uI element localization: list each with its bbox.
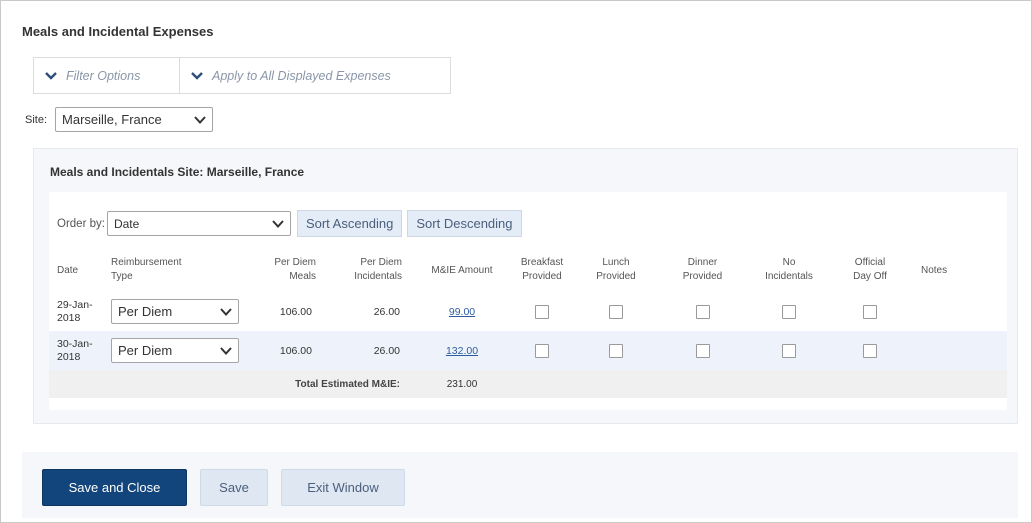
notes-cell <box>907 331 1007 370</box>
no-incidentals-checkbox[interactable] <box>782 304 796 319</box>
total-label: Total Estimated M&IE: <box>242 370 412 398</box>
lunch-cell <box>572 292 660 331</box>
mie-amount-link[interactable]: 99.00 <box>449 306 475 318</box>
order-by-label: Order by: <box>57 217 105 230</box>
filter-options-label: Filter Options <box>66 68 141 83</box>
chevron-down-icon <box>191 71 203 80</box>
official-day-off-checkbox[interactable] <box>863 304 877 319</box>
order-by-value: Date <box>113 216 140 231</box>
section-title: Meals and Incidental Expenses <box>22 24 214 39</box>
site-row: Site: Marseille, France <box>25 107 214 132</box>
exit-window-button[interactable]: Exit Window <box>281 469 405 506</box>
breakfast-cell <box>512 331 572 370</box>
site-select-value: Marseille, France <box>62 112 162 127</box>
meals-table: Date Reimbursement Type Per Diem Meals Per… <box>49 248 1007 398</box>
chevron-down-icon <box>220 307 232 316</box>
footer-bar: Save and Close Save Exit Window <box>22 452 1018 518</box>
col-breakfast-provided: Breakfast Provided <box>520 257 564 282</box>
chevron-down-icon <box>45 71 57 80</box>
panel-title: Meals and Incidentals Site: Marseille, F… <box>50 165 305 179</box>
chevron-down-icon <box>272 219 284 228</box>
table-row: 29-Jan- 2018 Per Diem 106.00 26.00 99.00 <box>49 292 1007 331</box>
sort-descending-button[interactable]: Sort Descending <box>407 210 522 237</box>
dinner-cell <box>660 292 745 331</box>
save-and-close-button[interactable]: Save and Close <box>42 469 187 506</box>
breakfast-checkbox[interactable] <box>535 304 549 319</box>
per-diem-incidentals-cell: 26.00 <box>373 305 400 318</box>
col-date: Date <box>57 264 79 276</box>
table-row: 30-Jan- 2018 Per Diem 106.00 26.00 132.00 <box>49 331 1007 370</box>
meals-site-panel: Meals and Incidentals Site: Marseille, F… <box>33 148 1018 424</box>
col-per-diem-meals: Per Diem Meals <box>274 257 316 282</box>
per-diem-meals-cell: 106.00 <box>242 331 322 370</box>
reimbursement-type-cell: Per Diem <box>107 292 242 331</box>
total-value: 231.00 <box>412 370 512 398</box>
col-per-diem-incidentals: Per Diem Incidentals <box>354 257 402 282</box>
reimbursement-type-value: Per Diem <box>118 304 173 319</box>
lunch-checkbox[interactable] <box>609 304 623 319</box>
breakfast-cell <box>512 292 572 331</box>
dinner-checkbox[interactable] <box>695 304 710 319</box>
col-mie-amount: M&IE Amount <box>431 264 493 276</box>
chevron-down-icon <box>194 115 206 124</box>
breakfast-checkbox[interactable] <box>535 343 549 358</box>
no-incidentals-checkbox[interactable] <box>782 343 796 358</box>
expense-grid-container: Order by: Date Sort Ascending Sort Desce… <box>49 192 1007 410</box>
filter-toolbar: Filter Options Apply to All Displayed Ex… <box>33 57 451 94</box>
mie-amount-link[interactable]: 132.00 <box>446 345 478 357</box>
chevron-down-icon <box>220 346 232 355</box>
col-lunch-provided: Lunch Provided <box>596 257 636 282</box>
dinner-checkbox[interactable] <box>695 343 710 358</box>
no-incidentals-cell <box>745 331 833 370</box>
filter-options-toggle[interactable]: Filter Options <box>33 57 180 94</box>
date-cell: 29-Jan- 2018 <box>57 298 93 324</box>
order-by-row: Order by: Date Sort Ascending Sort Desce… <box>57 210 522 237</box>
per-diem-incidentals-cell: 26.00 <box>322 331 412 370</box>
dinner-cell <box>660 331 745 370</box>
apply-all-label: Apply to All Displayed Expenses <box>212 68 391 83</box>
site-select[interactable]: Marseille, France <box>55 107 214 132</box>
no-incidentals-cell <box>745 292 833 331</box>
col-reimbursement-type: Reimbursement Type <box>111 257 182 282</box>
notes-cell <box>907 292 1007 331</box>
col-notes: Notes <box>921 264 948 276</box>
apply-all-toggle[interactable]: Apply to All Displayed Expenses <box>180 57 451 94</box>
lunch-cell <box>572 331 660 370</box>
official-day-off-checkbox[interactable] <box>863 343 877 358</box>
save-button[interactable]: Save <box>200 469 268 506</box>
reimbursement-type-value: Per Diem <box>118 343 173 358</box>
reimbursement-type-cell: Per Diem <box>107 331 242 370</box>
total-row: Total Estimated M&IE: 231.00 <box>49 370 1007 398</box>
table-header-row: Date Reimbursement Type Per Diem Meals Per… <box>49 248 1007 292</box>
reimbursement-type-select[interactable]: Per Diem <box>111 338 239 363</box>
order-by-select[interactable]: Date <box>106 211 291 236</box>
official-day-off-cell <box>833 331 907 370</box>
official-day-off-cell <box>833 292 907 331</box>
sort-ascending-button[interactable]: Sort Ascending <box>296 210 403 237</box>
col-no-incidentals: No Incidentals <box>765 257 813 282</box>
col-official-day-off: Official Day Off <box>853 257 887 282</box>
date-cell: 30-Jan- 2018 <box>49 331 107 370</box>
mie-amount-cell: 132.00 <box>412 331 512 370</box>
lunch-checkbox[interactable] <box>609 343 623 358</box>
site-label: Site: <box>25 113 48 126</box>
reimbursement-type-select[interactable]: Per Diem <box>111 299 239 324</box>
per-diem-meals-cell: 106.00 <box>279 305 312 318</box>
col-dinner-provided: Dinner Provided <box>682 257 723 282</box>
mie-amount-cell: 99.00 <box>412 292 512 331</box>
